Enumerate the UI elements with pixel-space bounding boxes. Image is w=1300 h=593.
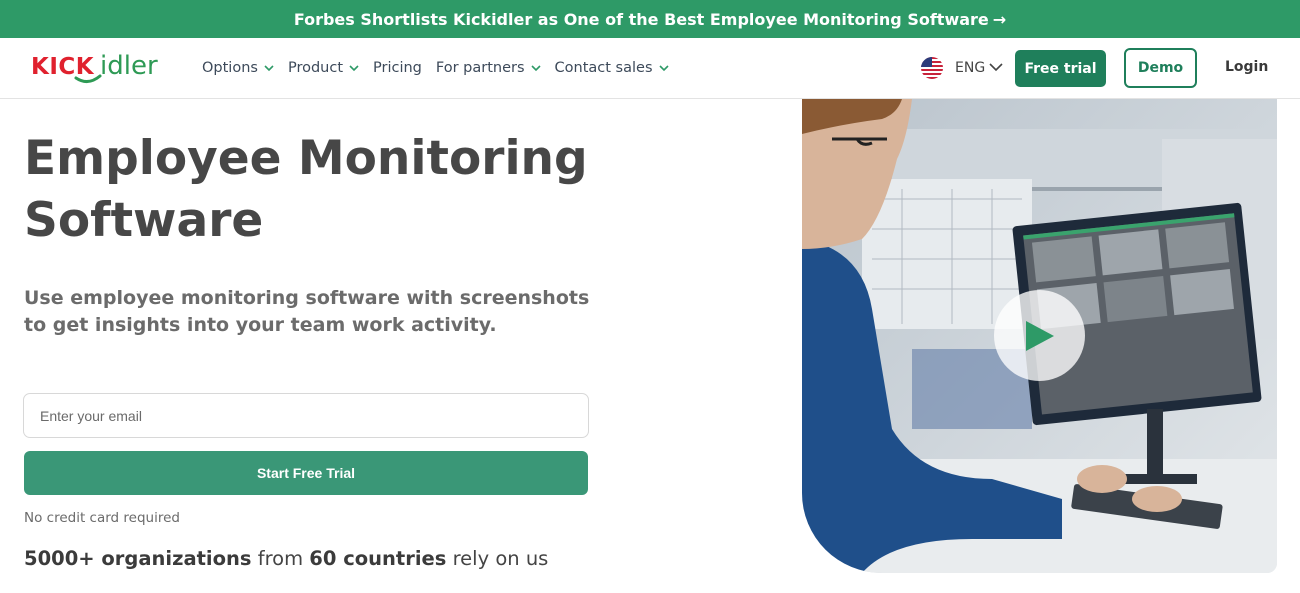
- no-credit-card-note: No credit card required: [24, 510, 180, 526]
- banner-text: Forbes Shortlists Kickidler as One of th…: [293, 9, 989, 29]
- nav-pricing[interactable]: Pricing: [373, 60, 422, 76]
- chevron-down-icon: [264, 63, 274, 73]
- language-label: ENG: [955, 60, 986, 76]
- hero-title-line2: Software: [24, 193, 264, 248]
- nav-pricing-label: Pricing: [373, 60, 422, 76]
- rely-text-from: from: [251, 547, 310, 570]
- rely-text-end: rely on us: [446, 547, 549, 570]
- play-icon: [1025, 320, 1054, 351]
- nav-contact-sales[interactable]: Contact sales: [555, 60, 669, 76]
- social-proof-text: 5000+ organizations from 60 countries re…: [24, 547, 548, 570]
- demo-button[interactable]: Demo: [1124, 48, 1197, 88]
- countries-count: 60 countries: [309, 547, 447, 570]
- play-button[interactable]: [994, 290, 1085, 381]
- chevron-down-icon: [349, 63, 359, 73]
- email-input[interactable]: [23, 393, 589, 438]
- nav-options-label: Options: [202, 60, 258, 76]
- announcement-banner[interactable]: Forbes Shortlists Kickidler as One of th…: [0, 0, 1300, 38]
- us-flag-icon: [921, 57, 943, 79]
- free-trial-button[interactable]: Free trial: [1015, 50, 1106, 87]
- hero-title: Employee Monitoring Software: [24, 128, 644, 252]
- chevron-down-icon: [530, 63, 541, 73]
- kickidler-logo[interactable]: KICK idler: [30, 50, 182, 86]
- svg-text:KICK: KICK: [31, 54, 95, 80]
- organizations-count: 5000+ organizations: [24, 547, 252, 570]
- language-selector[interactable]: ENG: [921, 57, 1003, 79]
- nav-product-label: Product: [287, 60, 344, 76]
- chevron-down-icon: [989, 60, 1003, 76]
- nav-options[interactable]: Options: [202, 60, 274, 76]
- nav-for-partners[interactable]: For partners: [436, 60, 541, 76]
- main-nav: Options Product Pricing For partners Con…: [202, 38, 683, 98]
- login-link[interactable]: Login: [1225, 59, 1268, 75]
- chevron-down-icon: [658, 63, 669, 73]
- nav-product[interactable]: Product: [288, 60, 359, 76]
- nav-contact-sales-label: Contact sales: [554, 60, 653, 76]
- start-free-trial-button[interactable]: Start Free Trial: [24, 451, 588, 495]
- arrow-right-icon: →: [992, 9, 1007, 29]
- nav-for-partners-label: For partners: [435, 60, 525, 76]
- site-header: KICK idler Options Product Pricing For p…: [0, 38, 1300, 99]
- hero-title-line1: Employee Monitoring: [24, 131, 588, 186]
- svg-text:idler: idler: [100, 51, 158, 81]
- hero-subtitle: Use employee monitoring software with sc…: [24, 287, 590, 336]
